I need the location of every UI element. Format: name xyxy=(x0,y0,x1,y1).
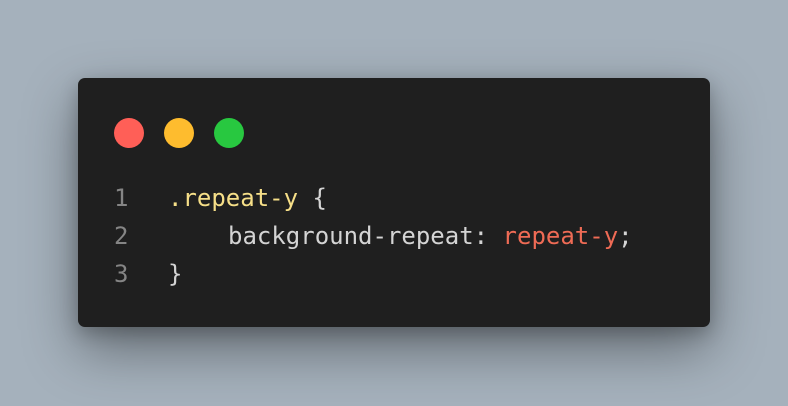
close-brace: } xyxy=(168,260,183,288)
colon: : xyxy=(473,222,503,250)
line-number: 2 xyxy=(114,222,129,250)
code-content: } xyxy=(168,260,690,288)
code-window: 1 .repeat-y { 2 background-repeat: repea… xyxy=(78,78,710,327)
code-line: 1 .repeat-y { xyxy=(114,179,690,217)
css-selector: .repeat-y xyxy=(168,184,299,212)
code-line: 3 } xyxy=(114,255,690,293)
css-value: repeat-y xyxy=(502,222,619,250)
close-button[interactable] xyxy=(114,118,144,148)
line-number: 1 xyxy=(114,184,129,212)
code-block: 1 .repeat-y { 2 background-repeat: repea… xyxy=(114,179,690,293)
open-brace: { xyxy=(298,184,327,212)
css-property: background-repeat xyxy=(228,222,474,250)
minimize-button[interactable] xyxy=(164,118,194,148)
semicolon: ; xyxy=(618,222,633,250)
code-line: 2 background-repeat: repeat-y; xyxy=(114,217,690,255)
background: 1 .repeat-y { 2 background-repeat: repea… xyxy=(0,0,788,406)
code-content: .repeat-y { xyxy=(168,184,690,212)
window-controls xyxy=(114,118,244,148)
line-number: 3 xyxy=(114,260,129,288)
code-content: background-repeat: repeat-y; xyxy=(168,222,690,250)
maximize-button[interactable] xyxy=(214,118,244,148)
